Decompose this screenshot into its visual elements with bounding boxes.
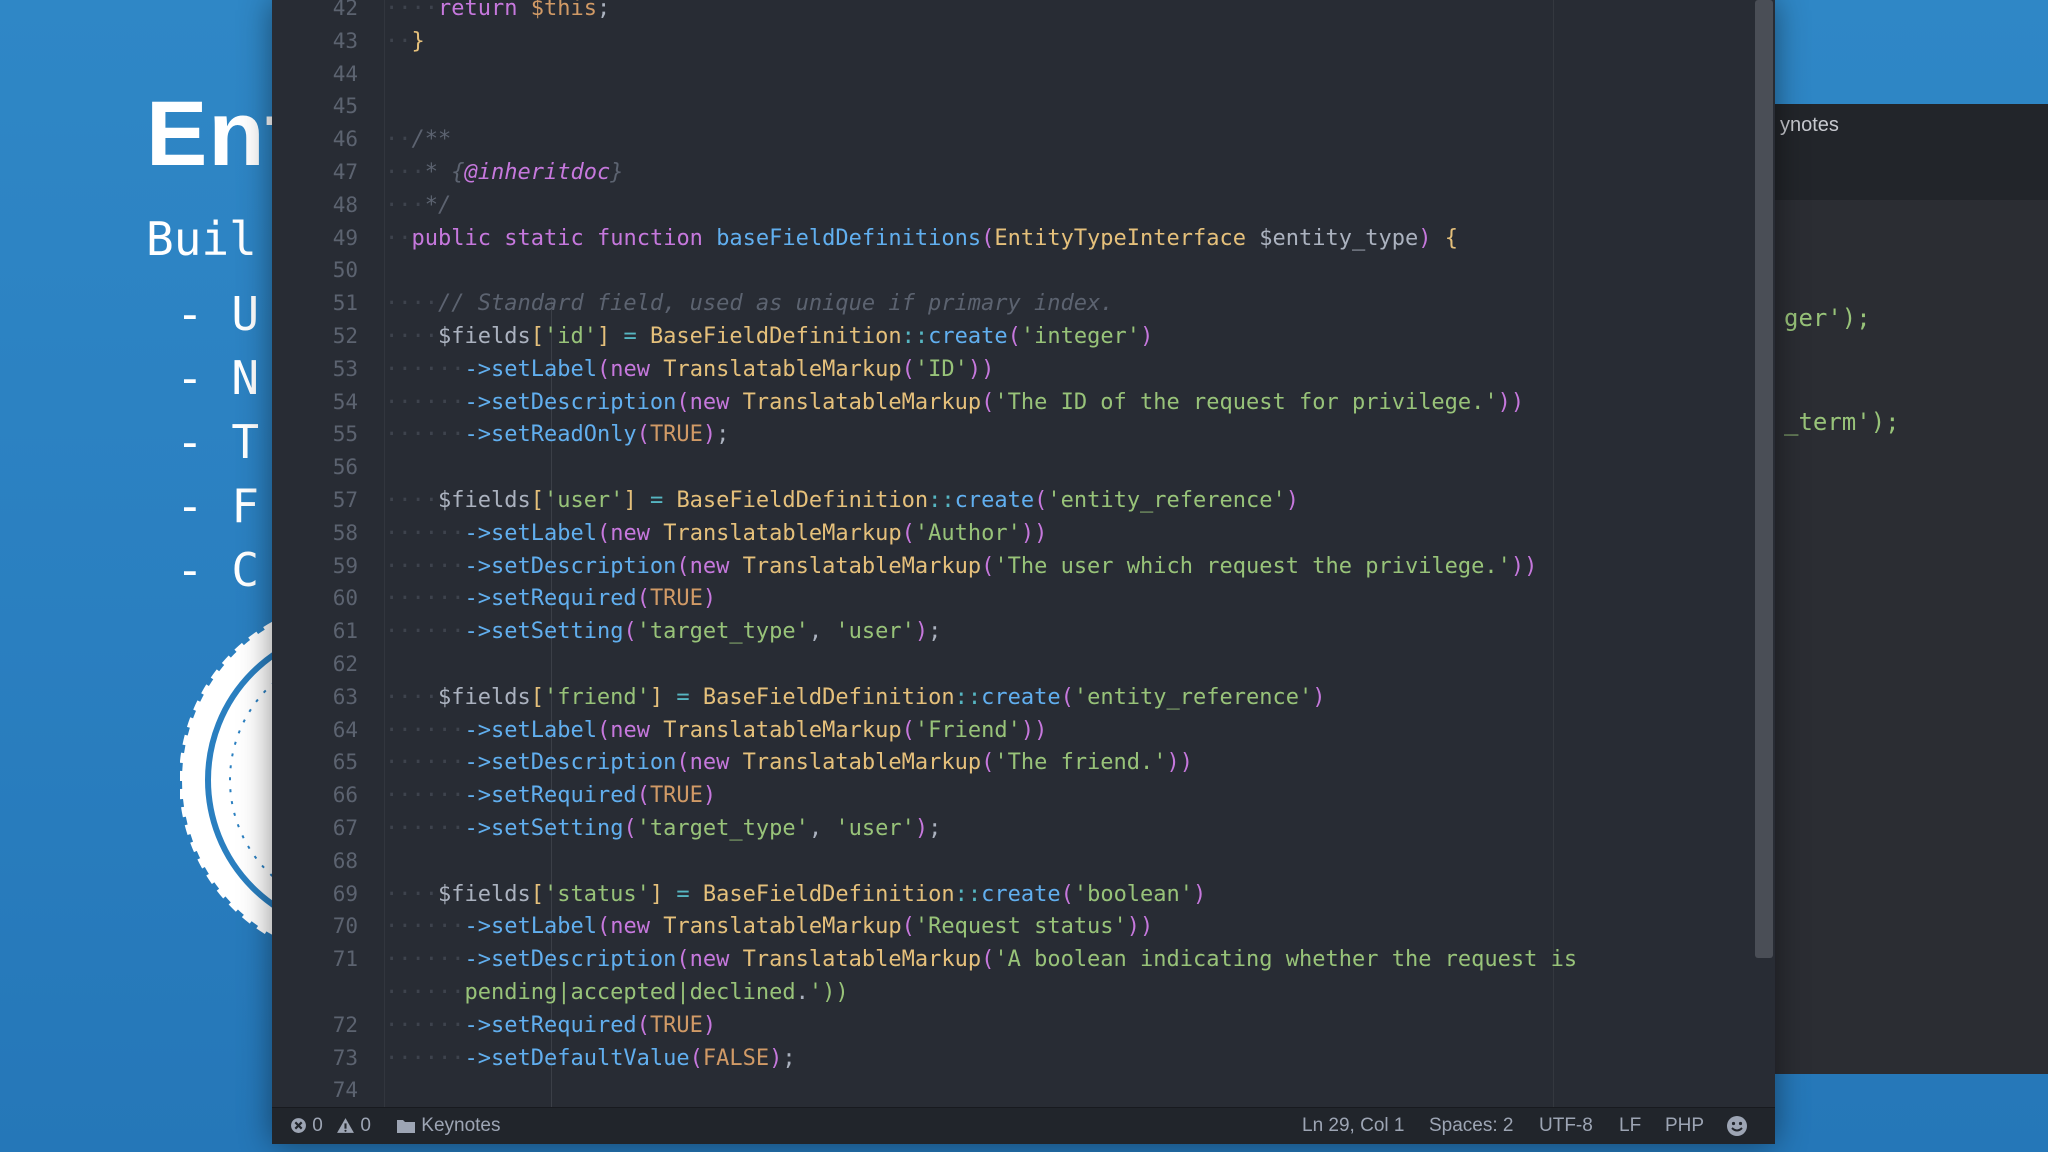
file-encoding[interactable]: UTF-8 xyxy=(1539,1108,1593,1144)
code-line[interactable]: ······->setDescription(new TranslatableM… xyxy=(385,386,1524,419)
background-tab-label: ynotes xyxy=(1780,114,1839,136)
line-number: 70 xyxy=(332,914,358,939)
background-code-text: ger'); xyxy=(1784,304,1871,332)
line-number: 57 xyxy=(332,488,358,512)
code-line[interactable]: ······->setDescription(new TranslatableM… xyxy=(385,943,1577,976)
background-code-fragment: _term'); xyxy=(1784,408,1900,436)
line-number: 58 xyxy=(332,520,358,545)
code-line[interactable]: ··/** xyxy=(385,123,451,156)
code-line[interactable]: ···*/ xyxy=(385,189,451,222)
code-line[interactable]: ······->setLabel(new TranslatableMarkup(… xyxy=(385,910,1153,943)
line-number: 63 xyxy=(332,684,358,709)
line-number: 42 xyxy=(332,0,358,20)
code-line[interactable]: ····$fields['status'] = BaseFieldDefinit… xyxy=(385,878,1206,911)
code-line[interactable]: ······->setRequired(TRUE) xyxy=(385,1009,716,1042)
cursor-position[interactable]: Ln 29, Col 1 xyxy=(1302,1108,1404,1144)
project-name: Keynotes xyxy=(421,1115,501,1136)
folder-icon xyxy=(397,1119,415,1133)
code-line[interactable]: ··public static function baseFieldDefini… xyxy=(385,222,1458,255)
code-line[interactable]: ······->setDescription(new TranslatableM… xyxy=(385,550,1537,583)
code-editor-window[interactable]: 42 43 44 45 46 47 48 49 50 51 52 53 54 55 56 57 58 59 60 61… xyxy=(272,0,1775,1144)
error-icon xyxy=(291,1118,306,1134)
warning-icon xyxy=(337,1118,355,1134)
line-number: 65 xyxy=(332,750,358,775)
line-number: 68 xyxy=(332,848,358,873)
line-number: 45 xyxy=(332,94,358,119)
line-number: 62 xyxy=(332,652,358,676)
vertical-scrollbar[interactable] xyxy=(1755,0,1773,958)
grammar-selector[interactable]: PHP xyxy=(1665,1108,1704,1144)
line-number-gutter[interactable]: 42 43 44 45 46 47 48 49 50 51 52 53 54 55 56 57 58 59 60 61… xyxy=(272,0,385,1108)
line-number: 47 xyxy=(332,160,358,184)
line-number: 53 xyxy=(332,356,358,381)
line-number: 64 xyxy=(332,717,358,742)
line-number: 44 xyxy=(332,61,358,86)
line-number: 61 xyxy=(332,619,358,644)
code-line[interactable]: ······->setLabel(new TranslatableMarkup(… xyxy=(385,517,1047,550)
error-count: 0 xyxy=(312,1115,323,1136)
slide-bullet-list: - U - N - T - F - C xyxy=(176,282,259,602)
code-line[interactable]: ····return $this; xyxy=(385,0,610,25)
background-code-text: _term'); xyxy=(1784,408,1900,436)
line-number: 69 xyxy=(332,881,358,906)
line-number: 48 xyxy=(332,192,358,217)
smiley-icon xyxy=(1727,1115,1747,1136)
code-line[interactable]: ···* {@inheritdoc} xyxy=(385,156,623,189)
code-line[interactable]: ····// Standard field, used as unique if… xyxy=(385,287,1114,320)
diagnostics-summary[interactable]: 0 0 xyxy=(290,1108,371,1144)
line-number: 73 xyxy=(332,1045,358,1070)
line-number: 60 xyxy=(332,586,358,611)
line-number: 56 xyxy=(332,455,358,480)
code-text-area[interactable]: ····return $this; ··} ··/** ···* {@inheritd… xyxy=(385,0,1751,1108)
line-number: 52 xyxy=(332,324,358,348)
indentation-setting[interactable]: Spaces: 2 xyxy=(1429,1108,1514,1144)
line-number: 46 xyxy=(332,127,358,152)
feedback-button[interactable] xyxy=(1726,1108,1748,1144)
line-number: 71 xyxy=(332,947,358,972)
line-number: 67 xyxy=(332,816,358,840)
slide-bullet: - C xyxy=(176,543,260,597)
code-line[interactable]: ······->setSetting('target_type', 'user'… xyxy=(385,615,941,648)
code-line[interactable]: ······->setRequired(TRUE) xyxy=(385,779,716,812)
code-line[interactable]: ······pending|accepted|declined.')) xyxy=(385,976,849,1009)
line-number: 74 xyxy=(332,1078,358,1103)
slide-bullet: - F xyxy=(176,479,260,533)
slide-subtitle: Buil xyxy=(146,212,257,266)
slide-bullet: - T xyxy=(176,415,260,469)
code-line[interactable]: ······->setRequired(TRUE) xyxy=(385,582,716,615)
line-number: 72 xyxy=(332,1012,358,1037)
code-line[interactable]: ····$fields['user'] = BaseFieldDefinitio… xyxy=(385,484,1299,517)
code-line[interactable]: ······->setLabel(new TranslatableMarkup(… xyxy=(385,353,994,386)
line-number: 49 xyxy=(332,225,358,250)
slide-bullet: - U xyxy=(176,287,260,341)
project-folder[interactable]: Keynotes xyxy=(396,1108,501,1144)
line-number: 50 xyxy=(332,258,358,283)
slide-bullet: - N xyxy=(176,351,260,405)
line-number: 55 xyxy=(332,422,358,447)
warning-count: 0 xyxy=(360,1115,371,1136)
line-ending[interactable]: LF xyxy=(1619,1108,1641,1144)
line-number xyxy=(278,976,358,1009)
line-number: 66 xyxy=(332,783,358,808)
line-number: 54 xyxy=(332,389,358,414)
code-line[interactable]: ··} xyxy=(385,25,425,58)
code-line[interactable]: ······->setReadOnly(TRUE); xyxy=(385,418,729,451)
code-line[interactable]: ······->setDescription(new TranslatableM… xyxy=(385,746,1193,779)
line-number: 59 xyxy=(332,553,358,578)
code-line[interactable]: ····$fields['id'] = BaseFieldDefinition:… xyxy=(385,320,1153,353)
code-line[interactable]: ····$fields['friend'] = BaseFieldDefinit… xyxy=(385,681,1326,714)
code-line[interactable]: ······->setSetting('target_type', 'user'… xyxy=(385,812,941,845)
line-number: 43 xyxy=(332,28,358,53)
line-number: 51 xyxy=(332,291,358,316)
status-bar: 0 0 Keynotes Ln 29, Col 1 Spaces: 2 UTF-… xyxy=(272,1107,1775,1144)
background-code-fragment: ger'); xyxy=(1784,304,1871,332)
wrap-guide xyxy=(1553,0,1554,1108)
code-line[interactable]: ······->setDefaultValue(FALSE); xyxy=(385,1042,796,1075)
code-line[interactable]: ······->setLabel(new TranslatableMarkup(… xyxy=(385,714,1047,747)
